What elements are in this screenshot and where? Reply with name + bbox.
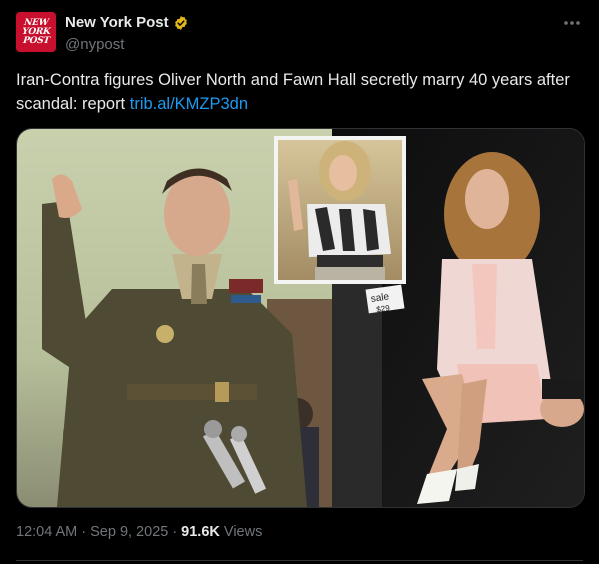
tweet-meta: 12:04 AM · Sep 9, 2025 · 91.6K Views xyxy=(16,524,262,540)
tweet-body: Iran-Contra figures Oliver North and Faw… xyxy=(16,71,570,113)
more-options-button[interactable] xyxy=(561,12,583,34)
avatar[interactable]: NEW YORK POST xyxy=(16,12,56,52)
sale-sign-price: $29 xyxy=(376,303,391,314)
tweet-date[interactable]: Sep 9, 2025 xyxy=(90,524,168,540)
views-label: Views xyxy=(223,524,263,540)
avatar-logo-line-3: POST xyxy=(22,35,50,46)
verified-badge-icon xyxy=(173,15,189,31)
account-handle[interactable]: @nypost xyxy=(65,36,124,53)
tweet-link[interactable]: trib.al/KMZP3dn xyxy=(130,95,248,113)
inset-photo xyxy=(274,136,406,284)
tweet-media[interactable]: sale $29 xyxy=(16,128,585,508)
media-photo-collage: sale $29 xyxy=(17,129,584,507)
tweet-text: Iran-Contra figures Oliver North and Faw… xyxy=(16,68,582,116)
meta-separator-1: · xyxy=(81,524,87,540)
tweet: NEW YORK POST New York Post @nypost Iran… xyxy=(0,0,599,564)
meta-separator-2: · xyxy=(172,524,178,540)
display-name[interactable]: New York Post xyxy=(65,14,169,31)
author-name-row: New York Post xyxy=(65,14,189,31)
tweet-time[interactable]: 12:04 AM xyxy=(16,524,77,540)
bottom-divider xyxy=(16,560,583,561)
views-count[interactable]: 91.6K xyxy=(181,524,220,540)
more-options-icon xyxy=(564,21,580,25)
